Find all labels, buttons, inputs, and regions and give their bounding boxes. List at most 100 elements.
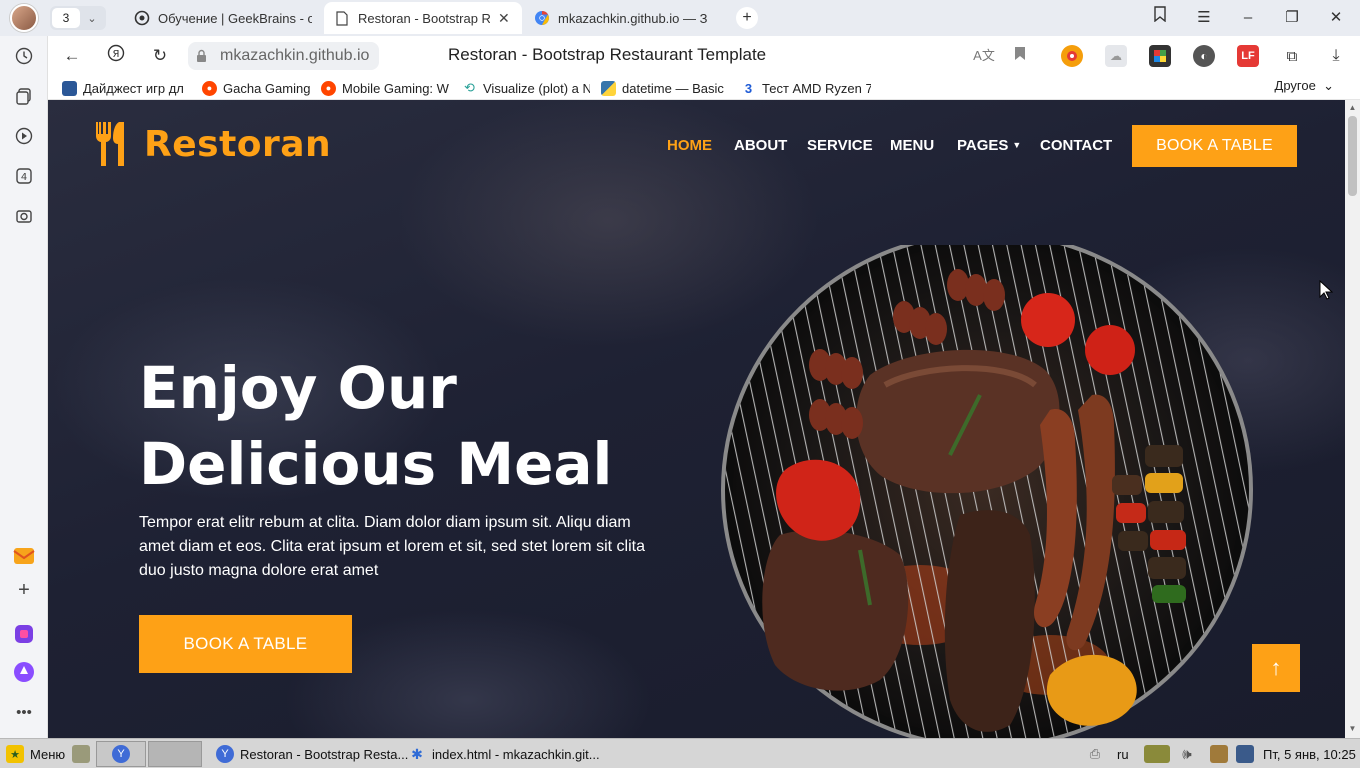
bookmark-item[interactable]: ⟲ Visualize (plot) a N: [462, 78, 590, 98]
bookmark-item[interactable]: ● Mobile Gaming: W: [321, 78, 451, 98]
taskbar-window-browser[interactable]: Y Restoran - Bootstrap Resta...: [216, 742, 408, 766]
nav-contact[interactable]: CONTACT: [1040, 137, 1112, 154]
url-field[interactable]: mkazachkin.github.io: [188, 42, 380, 70]
browser-tab-bar: 3 ⌄ Обучение | GeekBrains - о Restoran -…: [0, 0, 1360, 36]
bookmark-label: Mobile Gaming: W: [342, 80, 449, 96]
extension-adguard-icon[interactable]: [1061, 45, 1083, 67]
workspace-switcher[interactable]: [148, 741, 202, 767]
folder-icon: [72, 745, 90, 763]
close-window-icon[interactable]: ✕: [1324, 6, 1348, 30]
tab-counter[interactable]: 3 ⌄: [50, 6, 106, 30]
display-icon[interactable]: [1236, 742, 1260, 766]
tab-label: mkazachkin.github.io — З: [558, 10, 708, 26]
bookmarks-other[interactable]: Другое ⌄: [1275, 78, 1334, 94]
restore-window-icon[interactable]: ❐: [1280, 6, 1304, 30]
volume-icon[interactable]: 🕪: [1178, 742, 1202, 766]
profile-avatar[interactable]: [10, 4, 38, 32]
scroll-down-arrow-icon[interactable]: ▼: [1347, 724, 1358, 733]
three-icon: 3: [744, 80, 753, 96]
extension-weather-icon[interactable]: ☁: [1105, 45, 1127, 67]
tab-geekbrains[interactable]: Обучение | GeekBrains - о: [124, 2, 322, 34]
yandex-icon[interactable]: Я: [104, 44, 128, 68]
nav-service[interactable]: SERVICE: [807, 137, 873, 154]
scrollbar-thumb[interactable]: [1348, 116, 1357, 196]
nav-pages-label: PAGES: [957, 137, 1009, 154]
network-status-icon[interactable]: ⎙: [1086, 742, 1110, 766]
tab-label: Restoran - Bootstrap Res: [358, 10, 490, 26]
hero-grill-image: [721, 245, 1253, 738]
messenger-icon[interactable]: [12, 622, 36, 646]
bookmark-icon[interactable]: [1008, 44, 1032, 68]
extension-lf-icon[interactable]: LF: [1237, 45, 1259, 67]
site-logo[interactable]: Restoran: [94, 122, 331, 166]
tab-restoran[interactable]: Restoran - Bootstrap Res ✕: [324, 2, 522, 34]
alice-icon[interactable]: [12, 660, 36, 684]
collections-icon[interactable]: [12, 84, 36, 108]
hamburger-menu-icon[interactable]: ☰: [1192, 6, 1216, 30]
close-tab-icon[interactable]: ✕: [498, 10, 510, 27]
new-tab-button[interactable]: +: [736, 7, 758, 29]
bookmark-item[interactable]: datetime — Basic: [601, 78, 731, 98]
svg-text:Я: Я: [113, 49, 120, 60]
start-menu-button[interactable]: ★ Меню: [6, 742, 65, 766]
start-menu-label: Меню: [30, 746, 66, 762]
page-scrollbar[interactable]: ▲ ▼: [1345, 100, 1360, 738]
screens-icon: [1236, 745, 1254, 763]
taskbar-window-label: Restoran - Bootstrap Resta...: [240, 746, 409, 762]
speaker-icon: 🕪: [1182, 745, 1192, 763]
nav-about[interactable]: ABOUT: [734, 137, 787, 154]
four-box-icon[interactable]: 4: [12, 164, 36, 188]
reload-icon[interactable]: ↻: [148, 44, 172, 68]
lock-icon: [196, 49, 210, 63]
taskbar-window-label: index.html - mkazachkin.git...: [432, 746, 600, 762]
nav-menu[interactable]: MENU: [890, 137, 934, 154]
taskbar-window-editor[interactable]: ✱ index.html - mkazachkin.git...: [408, 742, 600, 766]
address-page-title: Restoran - Bootstrap Restaurant Template: [448, 45, 767, 64]
back-arrow-icon[interactable]: ←: [60, 44, 84, 68]
browser-side-rail: 4 + •••: [0, 36, 48, 738]
scroll-up-arrow-icon[interactable]: ▲: [1347, 103, 1358, 112]
network-icon: ⎙: [1089, 746, 1101, 761]
nav-pages[interactable]: PAGES ▼: [957, 137, 1021, 154]
chevron-down-icon: ⌄: [1319, 78, 1334, 93]
clipboard-icon[interactable]: [1210, 742, 1234, 766]
tab-github[interactable]: mkazachkin.github.io — З: [524, 2, 722, 34]
book-table-nav-button[interactable]: BOOK A TABLE: [1132, 125, 1297, 167]
os-taskbar: ★ Меню Y Y Restoran - Bootstrap Resta...…: [0, 738, 1360, 768]
minimize-icon[interactable]: –: [1236, 6, 1260, 30]
clock-label: Пт, 5 янв, 10:25: [1263, 746, 1356, 762]
alt-linux-logo-icon: ★: [6, 745, 24, 763]
bookmark-item[interactable]: Дайджест игр дл: [62, 78, 192, 98]
file-manager-launcher[interactable]: [72, 742, 96, 766]
clock[interactable]: Пт, 5 янв, 10:25: [1263, 742, 1356, 766]
nav-home[interactable]: HOME: [667, 137, 712, 154]
more-icon[interactable]: •••: [12, 700, 36, 724]
history-icon[interactable]: [12, 44, 36, 68]
chevron-down-icon[interactable]: ⌄: [80, 12, 104, 25]
system-monitor-icon[interactable]: [1144, 742, 1176, 766]
bookmark-panel-icon[interactable]: [1148, 6, 1172, 30]
mail-icon[interactable]: [12, 544, 36, 568]
extension-color-icon[interactable]: [1149, 45, 1171, 67]
reddit-icon: ●: [202, 80, 217, 96]
utensils-icon: [96, 122, 124, 166]
extensions-puzzle-icon[interactable]: ⧉: [1281, 45, 1303, 67]
screenshot-camera-icon[interactable]: [12, 204, 36, 228]
play-video-icon[interactable]: [12, 124, 36, 148]
document-icon: [334, 10, 350, 26]
bookmarks-bar: Дайджест игр дл ● Gacha Gaming ● Mobile …: [48, 76, 1360, 100]
translate-icon[interactable]: A文: [972, 44, 996, 68]
extension-vpn-icon[interactable]: ◐: [1193, 45, 1215, 67]
bookmark-item[interactable]: ● Gacha Gaming: [202, 78, 312, 98]
download-icon[interactable]: ⤓: [1325, 45, 1347, 67]
back-to-top-button[interactable]: ↑: [1252, 644, 1300, 692]
bookmark-item[interactable]: 3 Тест AMD Ryzen 7: [741, 78, 871, 98]
yandex-browser-icon: Y: [216, 745, 234, 763]
keyboard-layout[interactable]: ru: [1117, 742, 1129, 766]
chromium-icon: [534, 10, 550, 26]
book-table-hero-button[interactable]: BOOK A TABLE: [139, 615, 352, 673]
add-panel-icon[interactable]: +: [12, 578, 36, 602]
url-host: mkazachkin.github.io: [220, 47, 370, 64]
plotly-icon: ⟲: [464, 80, 475, 95]
yandex-launcher[interactable]: Y: [96, 741, 146, 767]
